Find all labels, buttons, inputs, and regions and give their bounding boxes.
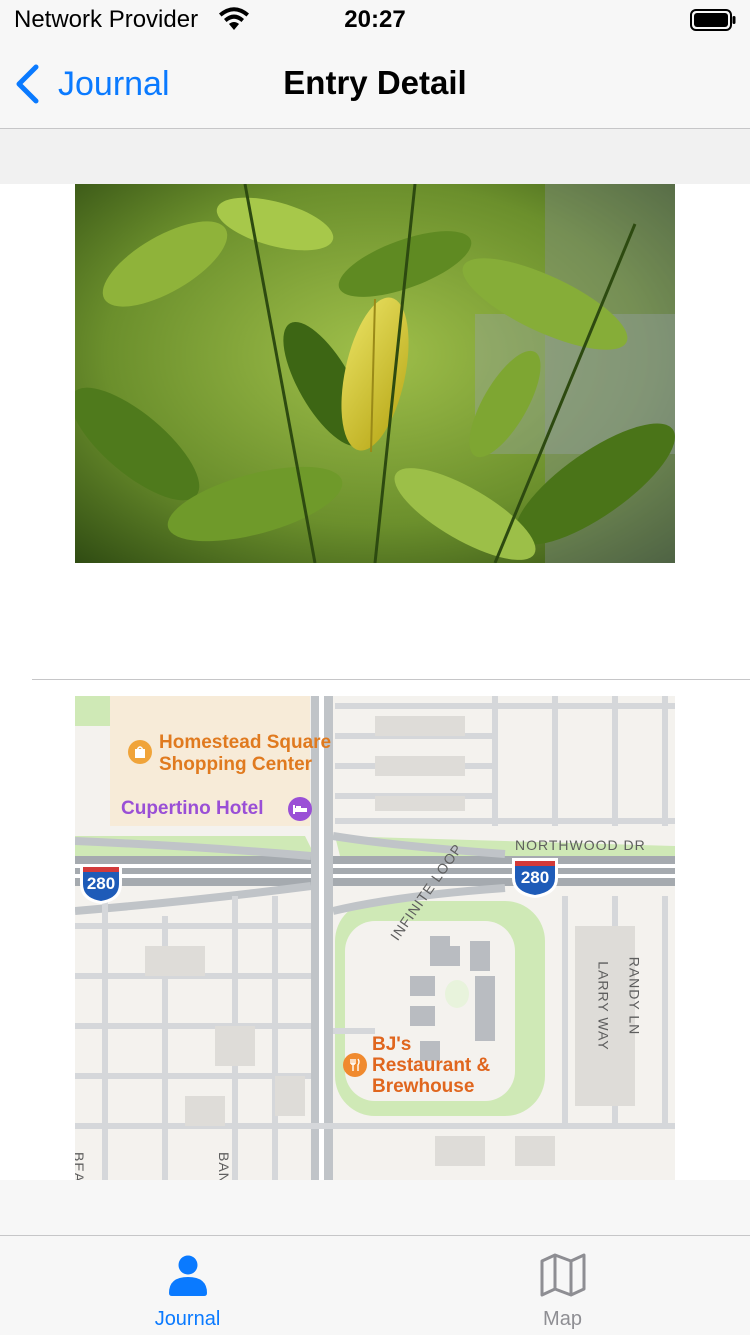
location-map[interactable]: Homestead Square Shopping Center Cuperti… [75, 696, 675, 1180]
map-label-280-left: 280 [86, 874, 116, 893]
chevron-left-icon [16, 64, 39, 104]
map-label-homestead: Homestead Square Shopping Center [159, 732, 331, 776]
map-label-bjs: BJ's Restaurant & Brewhouse [372, 1034, 490, 1097]
bjs-label-line2: Restaurant & [372, 1055, 491, 1076]
tab-map-label: Map [543, 1308, 582, 1330]
table-header-spacer [0, 129, 750, 184]
map-label-bear: BEAR [75, 1152, 87, 1180]
homestead-label-line2: Shopping Center [159, 754, 313, 775]
restaurant-icon [343, 1053, 367, 1077]
carrier-name: Network Provider [14, 6, 199, 33]
homestead-label-line1: Homestead Square [159, 732, 332, 753]
map-label-larry-way: LARRY WAY [595, 961, 612, 1051]
back-button[interactable]: Journal [14, 60, 170, 108]
map-label-hotel: Cupertino Hotel [121, 798, 264, 819]
status-bar: Network Provider 20:27 [0, 0, 750, 40]
map-label-randy-ln: RANDY LN [626, 956, 643, 1036]
navigation-bar: Journal Entry Detail [0, 40, 750, 129]
table-footer-spacer [0, 1180, 750, 1235]
tab-bar: Journal Map [0, 1235, 750, 1335]
map-icon [540, 1253, 585, 1297]
leaves-photo-image [75, 184, 675, 563]
map-label-northwood: NORTHWOOD DR [515, 837, 646, 853]
shopping-bag-icon [128, 740, 152, 764]
entry-photo [75, 184, 675, 563]
tab-map[interactable]: Map [375, 1236, 750, 1335]
bjs-label-line3: Brewhouse [372, 1076, 475, 1097]
map-label-ban: BAN [216, 1152, 232, 1180]
tab-journal[interactable]: Journal [0, 1236, 375, 1335]
battery-icon [690, 9, 736, 31]
bed-icon [288, 797, 312, 821]
bjs-label-line1: BJ's [372, 1034, 412, 1055]
person-icon [168, 1255, 207, 1296]
back-button-label: Journal [58, 64, 170, 103]
tab-journal-label: Journal [154, 1308, 221, 1330]
row-separator [32, 679, 750, 680]
wifi-icon [219, 7, 249, 30]
map-label-280-right: 280 [520, 868, 550, 887]
